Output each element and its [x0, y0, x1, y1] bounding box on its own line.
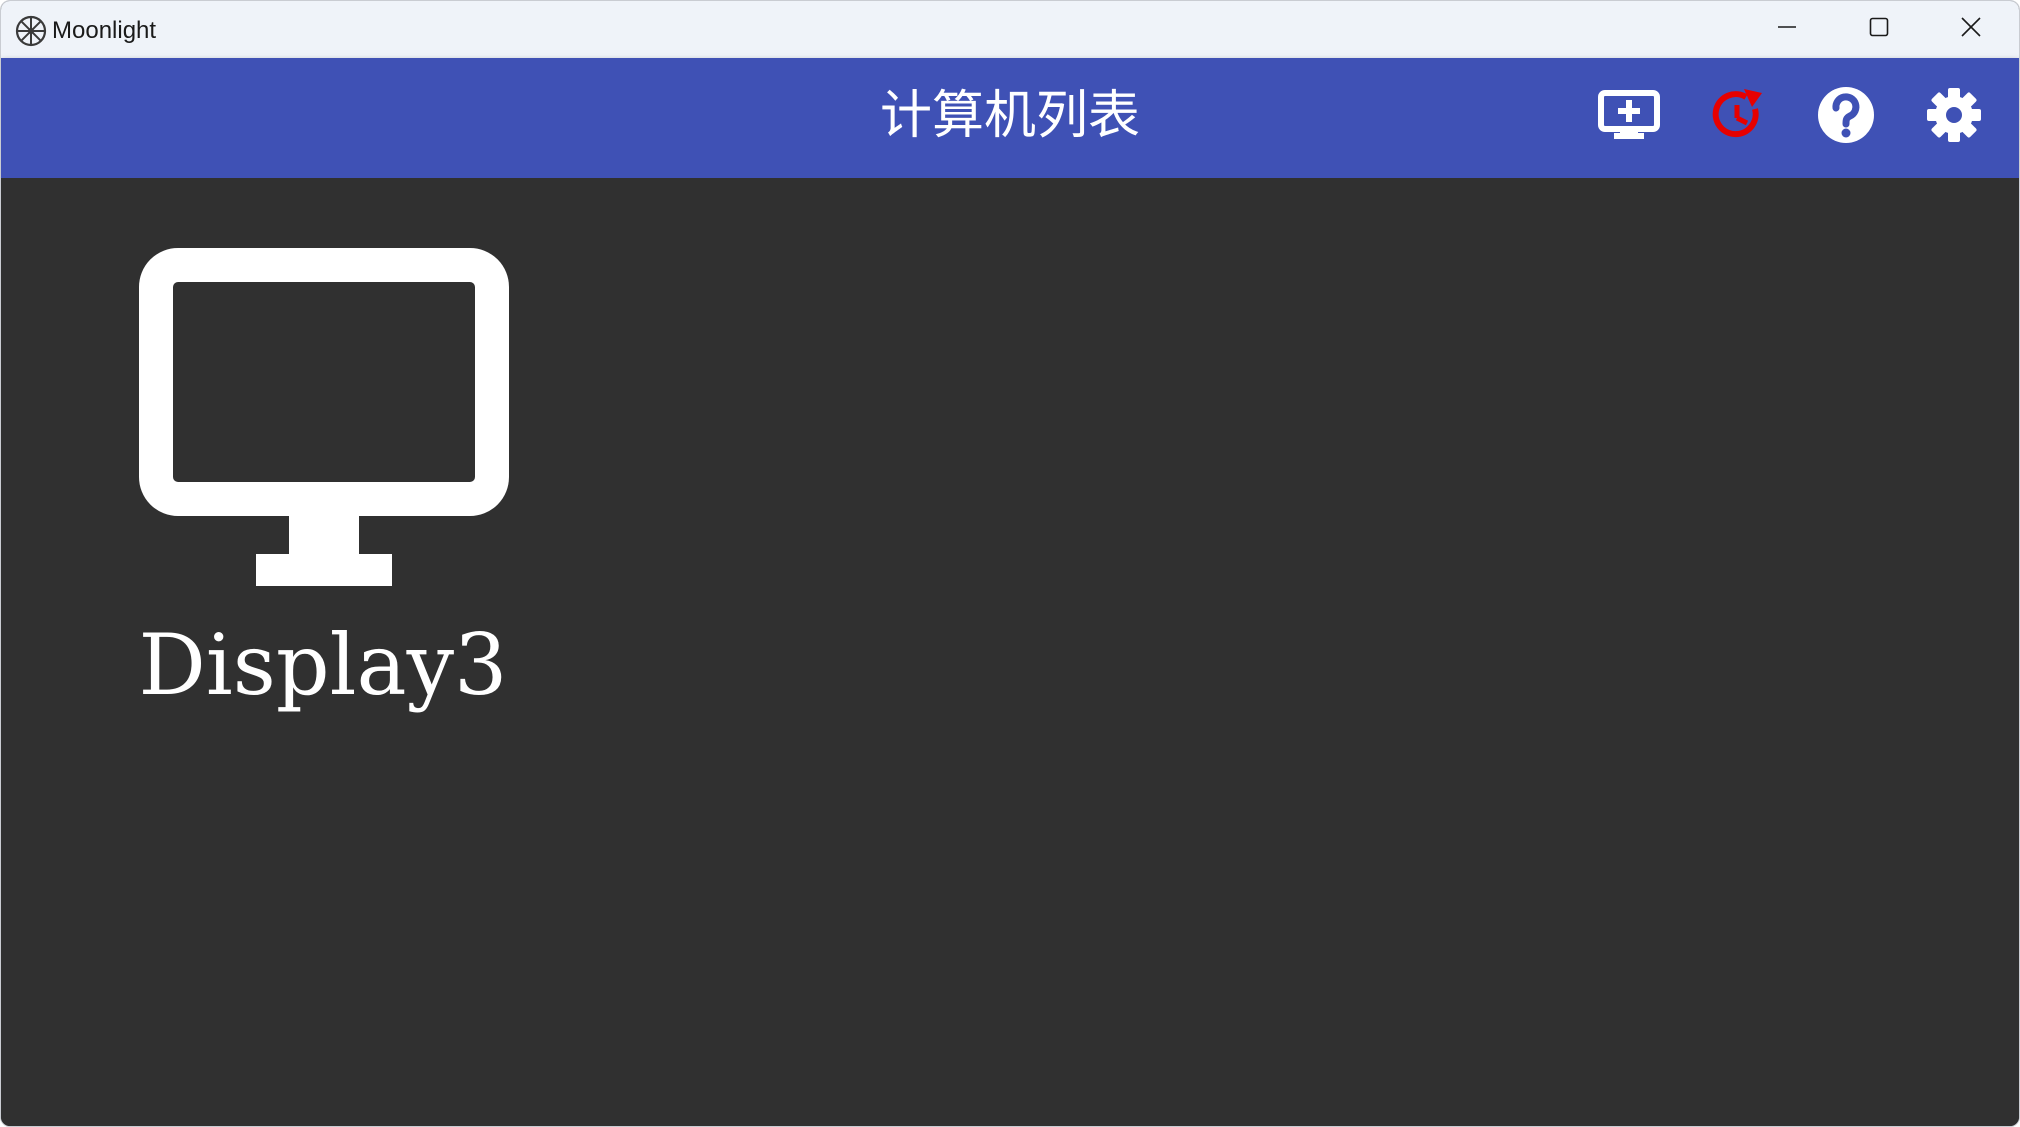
help-button[interactable]	[1813, 84, 1879, 150]
maximize-icon	[1868, 16, 1890, 43]
computer-name: Display3	[138, 616, 508, 714]
header-bar: 计算机列表	[1, 58, 2019, 178]
gear-icon	[1926, 87, 1982, 148]
help-icon	[1817, 86, 1875, 149]
app-window: Moonlight 计算机列表 Display3	[0, 0, 2020, 1127]
refresh-icon	[1710, 87, 1766, 148]
moonlight-logo-icon	[15, 15, 47, 47]
minimize-icon	[1776, 16, 1798, 43]
monitor-icon	[139, 248, 509, 586]
settings-button[interactable]	[1921, 84, 1987, 150]
refresh-button[interactable]	[1705, 84, 1771, 150]
computer-tile[interactable]: Display3	[121, 248, 525, 748]
maximize-button[interactable]	[1833, 1, 1925, 58]
title-bar[interactable]: Moonlight	[1, 1, 2019, 58]
computer-list: Display3	[1, 178, 2019, 1126]
minimize-button[interactable]	[1741, 1, 1833, 58]
window-title: Moonlight	[52, 17, 157, 44]
add-pc-icon	[1598, 89, 1660, 145]
add-pc-button[interactable]	[1596, 84, 1662, 150]
close-icon	[1960, 16, 1982, 43]
close-button[interactable]	[1925, 1, 2017, 58]
